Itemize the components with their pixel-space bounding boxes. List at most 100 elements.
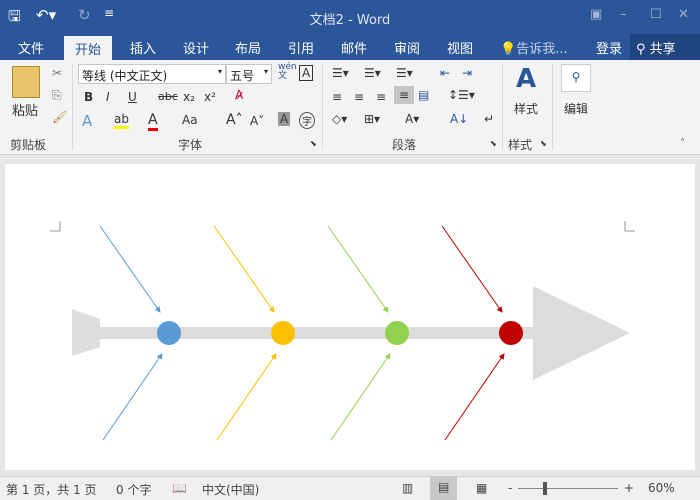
char-shading-icon[interactable]: A [278, 112, 291, 126]
font-size-select[interactable]: 五号 ▾ [226, 64, 272, 84]
change-case-button[interactable]: Aa [182, 113, 198, 127]
line-spacing-icon[interactable]: ↕☰▾ [448, 88, 475, 102]
spine-node [271, 321, 295, 345]
tab-view[interactable]: 视图 [447, 38, 473, 57]
login-button[interactable]: 登录 [596, 38, 622, 57]
zoom-slider[interactable] [518, 482, 618, 495]
minimize-icon[interactable]: – [620, 7, 627, 22]
status-bar: 第 1 页，共 1 页 0 个字 📖 中文(中国) ▥ ▤ ▦ - + 60% [0, 476, 700, 500]
find-icon[interactable]: ⚲ [561, 64, 591, 92]
asian-layout-icon[interactable]: A▾ [405, 112, 419, 126]
font-name-select[interactable]: 等线 (中文正文) ▾ [78, 64, 226, 84]
tab-references[interactable]: 引用 [288, 38, 314, 57]
enclose-char-icon[interactable]: 字 [299, 112, 315, 129]
superscript-button[interactable]: x² [204, 90, 216, 104]
fish-spine [75, 327, 535, 339]
top-bone-arrow [441, 225, 503, 313]
zoom-out-button[interactable]: - [508, 481, 512, 495]
margin-corner-mark [624, 221, 635, 232]
tell-me-input[interactable]: 💡告诉我... [500, 38, 568, 57]
bold-button[interactable]: B [84, 90, 93, 104]
dialog-launcher-icon[interactable]: ⬊ [540, 139, 547, 148]
show-marks-icon[interactable]: ↵ [484, 112, 494, 126]
bottom-bone-arrow [330, 353, 391, 441]
close-icon[interactable]: ✕ [678, 7, 689, 22]
bottom-bone-arrow [216, 353, 277, 441]
dialog-launcher-icon[interactable]: ⬊ [310, 139, 317, 148]
ribbon: 粘贴 ✂ ⎘ 🖌 剪贴板 等线 (中文正文) ▾ 五号 ▾ wén 文 A B I … [0, 60, 700, 155]
distributed-icon[interactable]: ▤ [418, 88, 429, 102]
tab-review[interactable]: 审阅 [394, 38, 420, 57]
title-bar: 🖫 ↶▾ ↻ ≡ 文档2 - Word ▣ – ☐ ✕ [0, 0, 700, 34]
numbering-icon[interactable]: ☰▾ [364, 66, 381, 80]
strikethrough-button[interactable]: abc [158, 90, 178, 103]
underline-button[interactable]: U [128, 90, 137, 104]
tab-insert[interactable]: 插入 [130, 38, 156, 57]
dialog-launcher-icon[interactable]: ⬊ [490, 139, 497, 148]
zoom-level[interactable]: 60% [648, 481, 675, 495]
ribbon-display-icon[interactable]: ▣ [590, 7, 602, 22]
paste-icon[interactable] [12, 66, 40, 98]
font-color-icon[interactable]: A [148, 112, 158, 131]
chevron-down-icon: ▾ [217, 67, 222, 76]
ribbon-tabs: 文件 开始 插入 设计 布局 引用 邮件 审阅 视图 💡告诉我... 登录 ⚲ … [0, 34, 700, 60]
document-area[interactable] [0, 156, 700, 470]
highlight-icon[interactable]: ab [114, 112, 129, 129]
styles-button[interactable]: 样式 [514, 100, 538, 117]
bottom-bone-arrow [102, 353, 163, 441]
char-border-button[interactable]: A [299, 65, 314, 81]
print-layout-icon[interactable]: ▤ [430, 477, 458, 500]
editing-button[interactable]: 编辑 [564, 100, 588, 117]
text-effects-icon[interactable]: A [82, 112, 92, 130]
lightbulb-icon: 💡 [500, 42, 517, 57]
word-count[interactable]: 0 个字 [116, 481, 151, 498]
font-size-value: 五号 [230, 69, 255, 83]
share-button[interactable]: ⚲ 共享 [630, 34, 700, 60]
collapse-ribbon-icon[interactable]: ˄ [680, 138, 685, 149]
bullets-icon[interactable]: ☰▾ [332, 66, 349, 80]
italic-button[interactable]: I [106, 90, 110, 104]
align-center-icon[interactable]: ≡ [354, 90, 364, 104]
proofing-icon[interactable]: 📖 [172, 481, 187, 495]
phonetic-guide-button[interactable]: wén 文 [278, 63, 297, 81]
read-mode-icon[interactable]: ▥ [402, 481, 413, 495]
grow-font-icon[interactable]: A˄ [226, 112, 243, 128]
tab-mailings[interactable]: 邮件 [341, 38, 367, 57]
cut-icon[interactable]: ✂ [52, 66, 62, 80]
styles-icon[interactable]: A [516, 64, 536, 94]
clear-format-icon[interactable]: A̷ [235, 88, 243, 102]
tab-design[interactable]: 设计 [183, 38, 209, 57]
increase-indent-icon[interactable]: ⇥ [462, 66, 472, 80]
web-layout-icon[interactable]: ▦ [476, 481, 487, 495]
multilevel-list-icon[interactable]: ☰▾ [396, 66, 413, 80]
spine-node [385, 321, 409, 345]
styles-group-label: 样式 [508, 138, 533, 152]
tab-home[interactable]: 开始 [64, 36, 113, 60]
subscript-button[interactable]: x₂ [183, 90, 195, 104]
shading-icon[interactable]: ◇▾ [332, 112, 347, 126]
align-left-icon[interactable]: ≡ [332, 90, 342, 104]
sort-icon[interactable]: A↓ [450, 112, 468, 126]
clipboard-group-label: 剪贴板 [10, 138, 47, 152]
top-bone-arrow [99, 225, 161, 313]
shrink-font-icon[interactable]: A˅ [250, 114, 264, 128]
borders-icon[interactable]: ⊞▾ [364, 112, 380, 126]
font-group-label: 字体 [178, 138, 203, 152]
justify-icon[interactable]: ≡ [394, 86, 415, 104]
maximize-icon[interactable]: ☐ [650, 7, 662, 22]
decrease-indent-icon[interactable]: ⇤ [440, 66, 450, 80]
copy-icon[interactable]: ⎘ [52, 88, 62, 103]
zoom-slider-thumb[interactable] [543, 482, 547, 495]
tab-layout[interactable]: 布局 [235, 38, 261, 57]
tab-file[interactable]: 文件 [18, 38, 44, 57]
paste-button[interactable]: 粘贴 [12, 100, 38, 119]
zoom-in-button[interactable]: + [624, 481, 634, 495]
language[interactable]: 中文(中国) [202, 481, 259, 498]
person-icon: ⚲ [636, 42, 646, 57]
align-right-icon[interactable]: ≡ [376, 90, 386, 104]
format-painter-icon[interactable]: 🖌 [52, 110, 67, 124]
page-count[interactable]: 第 1 页，共 1 页 [6, 481, 97, 498]
fishbone-diagram[interactable] [5, 164, 695, 470]
fish-head [533, 286, 630, 380]
document-page[interactable] [5, 164, 695, 470]
